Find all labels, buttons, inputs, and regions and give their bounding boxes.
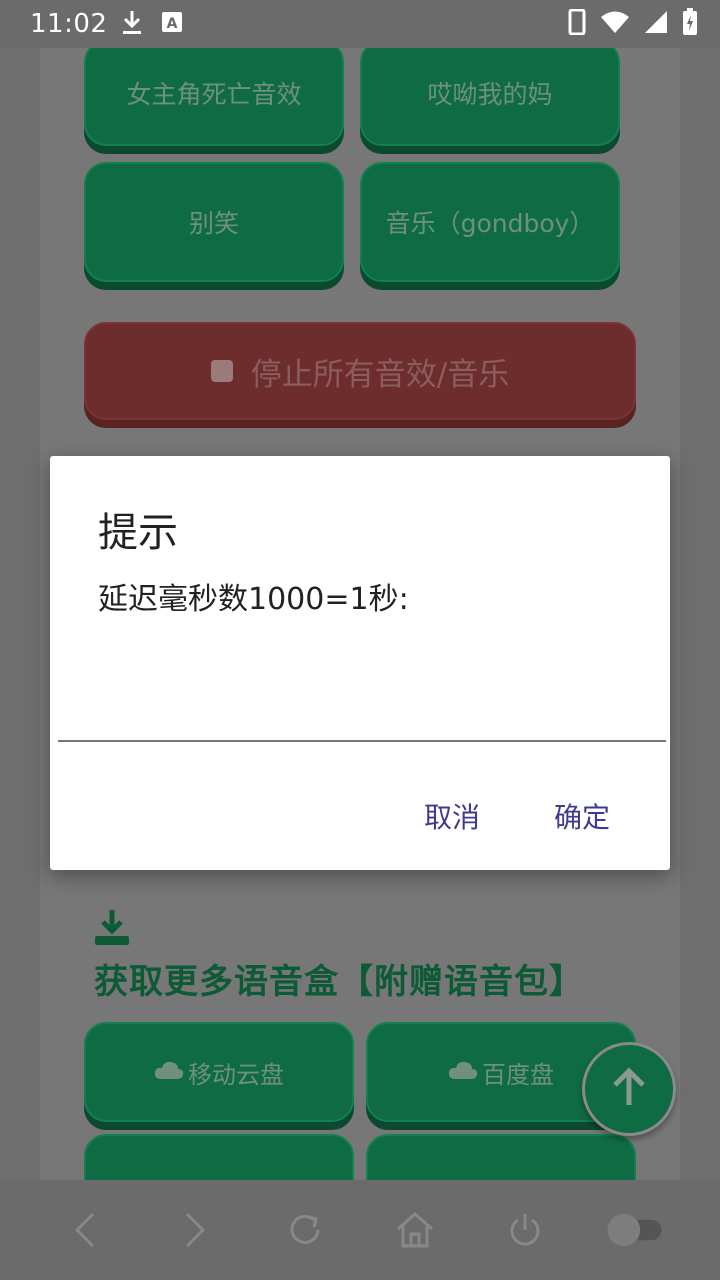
- home-icon[interactable]: [385, 1200, 445, 1260]
- download-icon: [121, 9, 143, 39]
- signal-icon: [644, 10, 668, 38]
- status-bar: 11:02 A: [0, 0, 720, 48]
- sound-button-death[interactable]: 女主角死亡音效: [84, 40, 344, 146]
- delay-input[interactable]: [58, 706, 666, 742]
- scroll-top-button[interactable]: [582, 1042, 676, 1136]
- stop-all-label: 停止所有音效/音乐: [250, 356, 510, 393]
- refresh-icon[interactable]: [275, 1200, 335, 1260]
- download-icon: [94, 908, 130, 950]
- forward-icon[interactable]: [165, 1200, 225, 1260]
- cloud-icon: [448, 1058, 478, 1086]
- dialog-message: 延迟毫秒数1000=1秒:: [98, 582, 409, 617]
- cloud-icon: [154, 1058, 184, 1086]
- battery-charging-icon: [682, 8, 698, 40]
- wifi-icon: [600, 10, 630, 38]
- sound-button-dont-laugh[interactable]: 别笑: [84, 162, 344, 282]
- more-section-title: 获取更多语音盒【附赠语音包】: [94, 962, 584, 1002]
- status-time: 11:02: [30, 9, 108, 39]
- ok-button[interactable]: 确定: [554, 796, 610, 836]
- prompt-dialog: 提示 延迟毫秒数1000=1秒: 取消 确定: [50, 456, 670, 870]
- sound-button-label: 女主角死亡音效: [126, 80, 302, 109]
- sound-button-label: 哎呦我的妈: [427, 80, 553, 109]
- cancel-button[interactable]: 取消: [424, 796, 480, 836]
- power-icon[interactable]: [495, 1200, 555, 1260]
- sound-button-label: 别笑: [188, 209, 239, 238]
- link-mobile-cloud[interactable]: 移动云盘: [84, 1022, 354, 1122]
- sound-button-music[interactable]: 音乐（gondboy）: [360, 162, 620, 282]
- arrow-up-icon: [610, 1067, 648, 1111]
- toggle-icon[interactable]: [605, 1200, 665, 1260]
- link-label: 百度盘: [482, 1060, 554, 1089]
- stop-all-button[interactable]: 停止所有音效/音乐: [84, 322, 636, 420]
- sound-button-label: 音乐（gondboy）: [385, 209, 595, 238]
- svg-text:A: A: [167, 16, 178, 32]
- back-icon[interactable]: [55, 1200, 115, 1260]
- font-a-icon: A: [161, 11, 183, 37]
- link-label: 移动云盘: [188, 1060, 284, 1089]
- browser-nav-bar: [0, 1180, 720, 1280]
- sound-button-oh-mom[interactable]: 哎呦我的妈: [360, 40, 620, 146]
- dialog-title: 提示: [98, 510, 178, 556]
- phone-icon: [568, 8, 586, 39]
- stop-icon: [210, 360, 233, 382]
